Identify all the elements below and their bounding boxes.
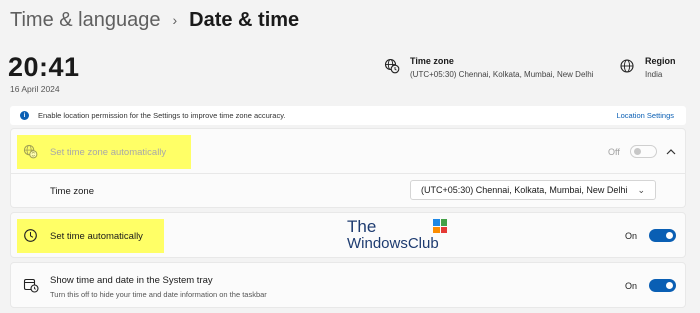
show-time-in-tray-label: Show time and date in the System tray [50, 275, 213, 286]
set-time-zone-automatically-toggle[interactable] [630, 145, 657, 158]
breadcrumb-parent[interactable]: Time & language [10, 9, 160, 32]
current-date: 16 April 2024 [10, 84, 60, 94]
set-time-automatically-state: On [625, 231, 638, 241]
thewindowsclub-watermark: The WindowsClub [347, 218, 447, 254]
info-icon: i [20, 111, 29, 120]
chevron-up-icon[interactable] [666, 148, 676, 155]
clock-icon [24, 229, 37, 242]
globe-sync-icon [23, 144, 38, 159]
calendar-clock-icon [23, 278, 39, 293]
windows-logo-icon [433, 219, 447, 233]
breadcrumb-separator-icon: › [172, 12, 178, 28]
set-time-automatically-label: Set time automatically [50, 231, 143, 242]
show-time-in-tray-row[interactable]: Show time and date in the System tray Tu… [10, 262, 686, 308]
location-settings-link[interactable]: Location Settings [616, 111, 674, 120]
set-time-zone-automatically-row[interactable]: Set time zone automatically Off [10, 128, 686, 174]
region-summary: Region India [619, 56, 676, 79]
time-zone-label: Time zone [50, 186, 94, 197]
set-time-zone-automatically-state: Off [608, 147, 620, 157]
show-time-in-tray-description: Turn this off to hide your time and date… [50, 290, 267, 299]
time-zone-summary: Time zone (UTC+05:30) Chennai, Kolkata, … [384, 56, 593, 79]
watermark-line2: WindowsClub [347, 235, 439, 252]
time-zone-value: (UTC+05:30) Chennai, Kolkata, Mumbai, Ne… [410, 70, 594, 79]
region-value: India [645, 70, 663, 79]
globe-icon [620, 59, 634, 73]
current-time: 20:41 [8, 52, 80, 82]
page-title: Date & time [189, 8, 300, 31]
region-title: Region [645, 56, 676, 66]
globe-clock-icon [384, 58, 400, 74]
show-time-in-tray-state: On [625, 281, 638, 291]
time-zone-dropdown[interactable]: (UTC+05:30) Chennai, Kolkata, Mumbai, Ne… [410, 180, 656, 200]
show-time-in-tray-toggle[interactable] [649, 279, 676, 292]
breadcrumb: Time & language › Date & time [10, 6, 299, 34]
set-time-automatically-toggle[interactable] [649, 229, 676, 242]
location-permission-banner: i Enable location permission for the Set… [10, 106, 686, 125]
banner-text: Enable location permission for the Setti… [38, 111, 286, 120]
time-zone-title: Time zone [410, 56, 454, 66]
set-time-zone-automatically-label: Set time zone automatically [50, 147, 167, 158]
chevron-down-icon: ⌄ [637, 185, 645, 195]
watermark-line1: The [347, 217, 377, 236]
time-zone-dropdown-value: (UTC+05:30) Chennai, Kolkata, Mumbai, Ne… [421, 185, 628, 195]
